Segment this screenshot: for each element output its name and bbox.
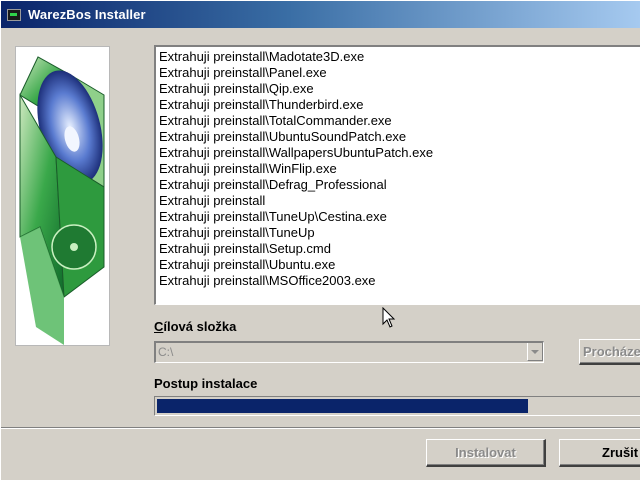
log-line: Extrahuji preinstall\WinFlip.exe — [159, 161, 337, 176]
target-folder-combo[interactable]: C:\ — [154, 341, 544, 363]
log-line: Extrahuji preinstall\Ubuntu.exe — [159, 257, 336, 272]
log-line: Extrahuji preinstall\TuneUp\Cestina.exe — [159, 209, 387, 224]
footer-separator — [1, 427, 640, 429]
log-line: Extrahuji preinstall\UbuntuSoundPatch.ex… — [159, 129, 407, 144]
install-button-label: Instalovat — [455, 445, 516, 460]
log-line: Extrahuji preinstall\TuneUp — [159, 225, 315, 240]
target-folder-value: C:\ — [158, 345, 174, 359]
cancel-button-label: Zrušit — [602, 445, 639, 460]
log-line: Extrahuji preinstall\Setup.cmd — [159, 241, 331, 256]
browse-button[interactable]: Procházet — [579, 339, 640, 365]
target-folder-label-text: ílová složka — [163, 319, 237, 334]
window-title: WarezBos Installer — [28, 7, 146, 22]
title-bar[interactable]: WarezBos Installer — [1, 1, 640, 28]
log-line: Extrahuji preinstall\WallpapersUbuntuPat… — [159, 145, 434, 160]
combo-dropdown-button[interactable] — [527, 343, 543, 361]
install-progress-bar — [154, 396, 640, 416]
progress-label: Postup instalace — [154, 376, 258, 391]
log-line: Extrahuji preinstall\MSOffice2003.exe — [159, 273, 376, 288]
log-line: Extrahuji preinstall\Panel.exe — [159, 65, 327, 80]
log-line: Extrahuji preinstall\Defrag_Professional — [159, 177, 387, 192]
cancel-button[interactable]: Zrušit — [559, 439, 640, 467]
target-folder-label: Cílová složka — [154, 319, 236, 334]
target-folder-label-accelerator: C — [154, 319, 164, 334]
cd-box-graphic — [19, 56, 105, 345]
log-line: Extrahuji preinstall\Thunderbird.exe — [159, 97, 364, 112]
progress-fill — [157, 399, 529, 413]
log-line: Extrahuji preinstall\Qip.exe — [159, 81, 314, 96]
log-line: Extrahuji preinstall\Madotate3D.exe — [159, 49, 365, 64]
install-button[interactable]: Instalovat — [426, 439, 546, 467]
installer-banner-image — [15, 46, 110, 346]
chevron-down-icon — [531, 349, 539, 354]
installer-window: WarezBos Installer Extrahuji preinstall\… — [0, 0, 640, 480]
mouse-cursor-icon — [382, 307, 396, 328]
log-line: Extrahuji preinstall\TotalCommander.exe — [159, 113, 392, 128]
browse-button-label: Procházet — [583, 344, 640, 359]
install-log[interactable]: Extrahuji preinstall\Madotate3D.exe Extr… — [154, 45, 640, 305]
log-line: Extrahuji preinstall — [159, 193, 266, 208]
terminal-app-icon — [7, 8, 21, 21]
